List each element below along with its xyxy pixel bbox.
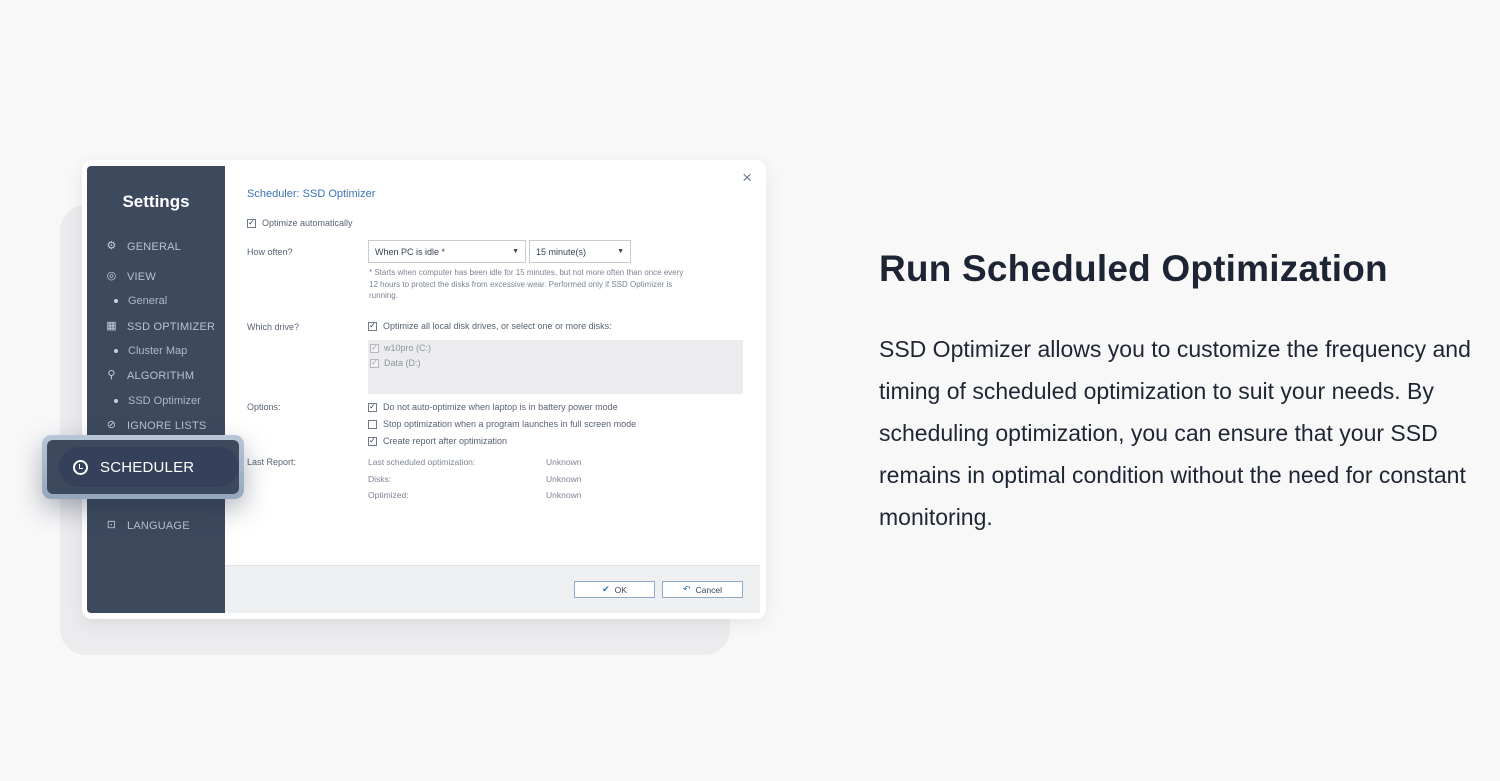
grid-icon: ▦ bbox=[106, 320, 117, 332]
ignore-icon: ⊘ bbox=[106, 419, 117, 431]
sidebar-item-algorithm[interactable]: ⚲ ALGORITHM bbox=[105, 369, 194, 382]
select-value: When PC is idle * bbox=[375, 246, 446, 257]
sidebar-item-label: ALGORITHM bbox=[127, 369, 195, 382]
bullet-icon bbox=[114, 399, 118, 403]
sidebar-item-label: LANGUAGE bbox=[127, 519, 190, 532]
scheduler-highlight[interactable]: SCHEDULER bbox=[42, 435, 244, 499]
eye-icon: ◎ bbox=[106, 270, 117, 282]
sidebar-item-ignore-lists[interactable]: ⊘ IGNORE LISTS bbox=[105, 419, 206, 432]
checkbox-unchecked-icon[interactable] bbox=[368, 419, 377, 429]
checkbox-checked-icon[interactable]: ✓ bbox=[368, 436, 377, 446]
settings-sidebar: Settings ⚙ GENERAL ◎ VIEW General ▦ SSD … bbox=[87, 166, 225, 613]
checkbox-checked-icon[interactable]: ✓ bbox=[368, 402, 377, 412]
clock-icon bbox=[73, 459, 88, 475]
frequency-select[interactable]: When PC is idle * ▼ bbox=[368, 240, 526, 263]
all-drives-option[interactable]: ✓ Optimize all local disk drives, or sel… bbox=[368, 321, 612, 331]
language-icon: ⊡ bbox=[106, 519, 117, 531]
disk-label: w10pro (C:) bbox=[384, 343, 432, 353]
bullet-icon bbox=[114, 349, 118, 353]
options-label: Options: bbox=[247, 402, 281, 412]
disk-item-c[interactable]: ✓ w10pro (C:) bbox=[370, 343, 431, 353]
disk-list: ✓ w10pro (C:) ✓ Data (D:) bbox=[368, 340, 743, 394]
checkbox-checked-icon[interactable]: ✓ bbox=[247, 218, 256, 228]
report-key: Optimized: bbox=[368, 490, 409, 500]
report-key: Disks: bbox=[368, 474, 392, 484]
sidebar-item-scheduler[interactable]: SCHEDULER bbox=[59, 447, 239, 487]
fullscreen-option[interactable]: Stop optimization when a program launche… bbox=[368, 419, 636, 429]
option-label: Optimize all local disk drives, or selec… bbox=[383, 321, 612, 331]
checkbox-disabled-icon: ✓ bbox=[370, 343, 379, 353]
sidebar-subitem-ssd-optimizer[interactable]: SSD Optimizer bbox=[114, 395, 201, 407]
select-value: 15 minute(s) bbox=[536, 246, 587, 257]
interval-select[interactable]: 15 minute(s) ▼ bbox=[529, 240, 631, 263]
optimize-automatically-option[interactable]: ✓ Optimize automatically bbox=[247, 218, 353, 228]
sidebar-item-label: VIEW bbox=[127, 270, 156, 283]
option-label: Optimize automatically bbox=[262, 218, 353, 228]
option-label: Create report after optimization bbox=[383, 436, 508, 446]
sidebar-subitem-general[interactable]: General bbox=[114, 295, 167, 307]
chevron-down-icon: ▼ bbox=[617, 248, 624, 255]
cancel-button[interactable]: ↶ Cancel bbox=[662, 581, 743, 598]
checkbox-disabled-icon: ✓ bbox=[370, 358, 379, 368]
checkbox-checked-icon[interactable]: ✓ bbox=[368, 321, 377, 331]
report-key: Last scheduled optimization: bbox=[368, 457, 476, 467]
check-icon: ✔ bbox=[602, 584, 610, 594]
feature-description: SSD Optimizer allows you to customize th… bbox=[879, 336, 1471, 530]
report-value: Unknown bbox=[546, 457, 582, 467]
sidebar-item-label: SSD Optimizer bbox=[128, 395, 201, 407]
button-label: Cancel bbox=[695, 584, 722, 595]
option-label: Stop optimization when a program launche… bbox=[383, 419, 637, 429]
scheduler-panel: Scheduler: SSD Optimizer ✓ Optimize auto… bbox=[247, 160, 762, 565]
gear-icon: ⚙ bbox=[106, 240, 117, 252]
sidebar-item-ssd-optimizer[interactable]: ▦ SSD OPTIMIZER bbox=[105, 320, 215, 333]
algorithm-icon: ⚲ bbox=[107, 369, 116, 381]
disk-label: Data (D:) bbox=[384, 358, 421, 368]
report-value: Unknown bbox=[546, 490, 582, 500]
last-report-label: Last Report: bbox=[247, 457, 297, 467]
disk-item-d[interactable]: ✓ Data (D:) bbox=[370, 358, 421, 368]
report-value: Unknown bbox=[546, 474, 582, 484]
sidebar-item-view[interactable]: ◎ VIEW bbox=[105, 270, 156, 283]
sidebar-item-label: IGNORE LISTS bbox=[127, 419, 207, 432]
sidebar-title: Settings bbox=[122, 192, 190, 211]
undo-icon: ↶ bbox=[682, 584, 691, 594]
sidebar-item-label: Cluster Map bbox=[128, 345, 188, 357]
sidebar-item-general[interactable]: ⚙ GENERAL bbox=[105, 240, 181, 253]
bullet-icon bbox=[114, 299, 118, 303]
how-often-label: How often? bbox=[247, 247, 293, 257]
option-label: Do not auto-optimize when laptop is in b… bbox=[383, 402, 618, 412]
feature-headline: Run Scheduled Optimization bbox=[879, 248, 1388, 289]
panel-title: Scheduler: SSD Optimizer bbox=[247, 188, 376, 200]
sidebar-item-label: General bbox=[128, 295, 168, 307]
sidebar-item-label: GENERAL bbox=[127, 240, 181, 253]
sidebar-subitem-cluster-map[interactable]: Cluster Map bbox=[114, 345, 187, 357]
settings-dialog: Settings ⚙ GENERAL ◎ VIEW General ▦ SSD … bbox=[82, 160, 766, 619]
battery-option[interactable]: ✓ Do not auto-optimize when laptop is in… bbox=[368, 402, 618, 412]
ok-button[interactable]: ✔ OK bbox=[574, 581, 655, 598]
which-drive-label: Which drive? bbox=[247, 322, 300, 332]
button-label: OK bbox=[614, 584, 627, 595]
sidebar-item-label: SSD OPTIMIZER bbox=[127, 320, 216, 333]
sidebar-item-language[interactable]: ⊡ LANGUAGE bbox=[105, 519, 190, 532]
report-option[interactable]: ✓ Create report after optimization bbox=[368, 436, 507, 446]
scheduler-label: SCHEDULER bbox=[100, 458, 195, 476]
idle-note: * Starts when computer has been idle for… bbox=[369, 268, 684, 300]
chevron-down-icon: ▼ bbox=[512, 248, 519, 255]
